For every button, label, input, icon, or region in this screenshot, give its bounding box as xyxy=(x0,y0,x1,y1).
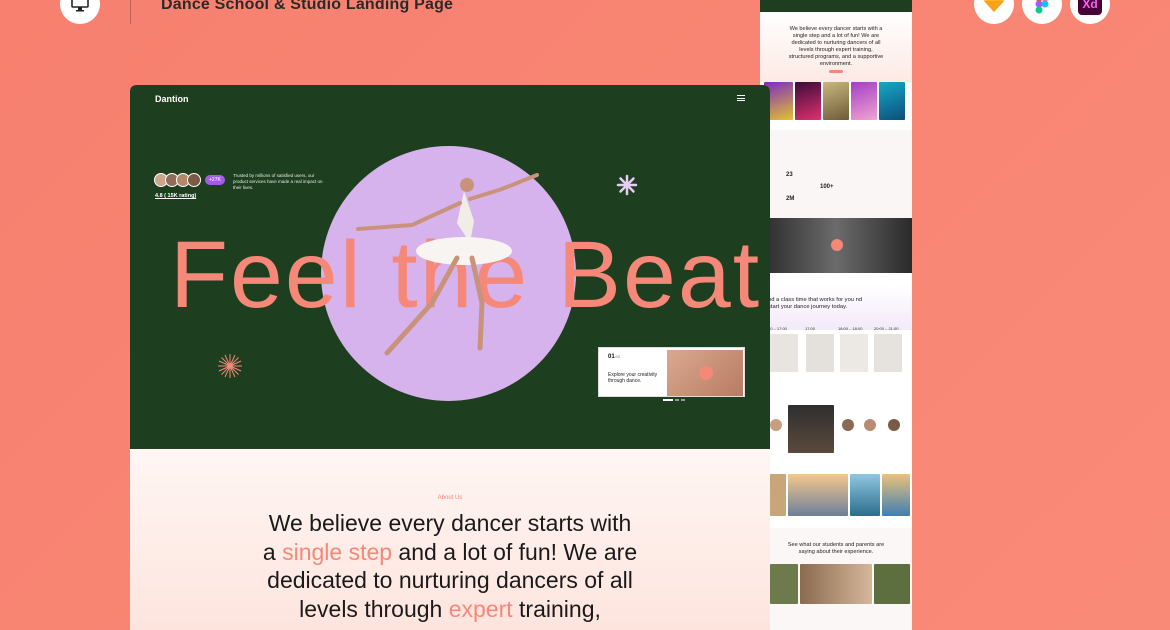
side-preview: We believe every dancer starts with a si… xyxy=(760,0,912,630)
side-classes: nd a class time that works for you nd st… xyxy=(760,285,912,330)
about-line: levels through expert training, xyxy=(299,595,601,622)
side-team xyxy=(760,395,912,460)
divider xyxy=(130,0,131,24)
gallery-photo xyxy=(851,82,877,120)
gallery-photo xyxy=(788,474,848,516)
class-photo xyxy=(806,334,834,372)
team-photo xyxy=(788,405,834,453)
side-gallery xyxy=(760,82,912,122)
testimonial-photo xyxy=(800,564,872,604)
gallery-photo xyxy=(795,82,821,120)
play-button[interactable] xyxy=(699,366,713,380)
stat-value: 2M xyxy=(786,196,795,202)
side-schedule: 00 – 17:00 17:00 18:00 – 18:00 20:00 – 2… xyxy=(760,326,912,381)
side-photo-row xyxy=(760,474,912,518)
gallery-photo xyxy=(879,82,905,120)
team-avatar xyxy=(842,419,854,431)
team-avatar xyxy=(770,419,782,431)
testimonial-photo xyxy=(770,564,798,604)
about-line: a single step and a lot of fun! We are xyxy=(262,538,638,565)
avatar xyxy=(187,173,201,187)
stage: Dance School & Studio Landing Page Xd We… xyxy=(0,0,1170,630)
side-stats: 23 100+ 2M xyxy=(760,130,912,220)
sketch-icon[interactable] xyxy=(974,0,1014,24)
gallery-photo xyxy=(770,474,786,516)
highlight: single step xyxy=(282,538,393,565)
menu-icon[interactable] xyxy=(737,95,745,101)
card-text: Explore your creativity through dance. xyxy=(608,372,658,384)
team-avatar xyxy=(888,419,900,431)
dancer-figure xyxy=(356,173,539,356)
dot[interactable] xyxy=(681,399,685,401)
xd-label: Xd xyxy=(1078,0,1102,15)
about-line: We believe every dancer starts with xyxy=(268,510,632,536)
testimonial-heading: See what our students and parents are sa… xyxy=(787,542,885,555)
trusted-text: Trusted by millions of satisfied users, … xyxy=(233,173,323,190)
rating-link[interactable]: 4.8 ( 15K rating) xyxy=(155,193,196,199)
side-class-text: nd a class time that works for you nd st… xyxy=(768,297,863,310)
side-testimonials: See what our students and parents are sa… xyxy=(760,528,912,630)
video-thumbnail[interactable] xyxy=(667,350,743,396)
slide-total: /05 xyxy=(614,354,621,359)
about-section: About Us We believe every dancer starts … xyxy=(130,449,770,630)
schedule-time: 18:00 – 18:00 xyxy=(838,326,863,331)
slide-number: 01/05 xyxy=(608,354,621,360)
page-title: Dance School & Studio Landing Page xyxy=(161,0,454,13)
highlight: expert xyxy=(448,595,513,622)
about-text: We believe every dancer starts with a si… xyxy=(240,509,660,623)
about-line: dedicated to nurturing dancers of all xyxy=(267,567,633,593)
stat-value: 100+ xyxy=(820,184,834,190)
user-avatars xyxy=(154,173,201,187)
gallery-photo xyxy=(850,474,880,516)
dot[interactable] xyxy=(675,399,679,401)
slider-dots[interactable] xyxy=(663,399,685,401)
dot[interactable] xyxy=(663,399,673,401)
side-about-text: We believe every dancer starts with a si… xyxy=(788,26,884,67)
flower-icon xyxy=(616,174,638,196)
logo[interactable]: Dantion xyxy=(155,94,189,104)
side-about-button[interactable] xyxy=(829,70,843,73)
side-about: We believe every dancer starts with a si… xyxy=(760,12,912,82)
figma-icon[interactable] xyxy=(1022,0,1062,24)
stat-value: 23 xyxy=(786,172,793,178)
class-photo xyxy=(874,334,902,372)
testimonial-photo xyxy=(874,564,910,604)
play-icon[interactable] xyxy=(831,239,843,251)
side-video xyxy=(760,218,912,273)
class-photo xyxy=(840,334,868,372)
xd-icon[interactable]: Xd xyxy=(1070,0,1110,24)
user-count-badge: +27K xyxy=(205,175,225,185)
side-hero-strip xyxy=(760,0,912,12)
hero-section: Dantion Feel the Beat +27K Trusted by mi… xyxy=(130,85,770,449)
schedule-time: 00 – 17:00 xyxy=(768,326,787,331)
desktop-monitor-icon xyxy=(60,0,100,24)
team-avatar xyxy=(864,419,876,431)
about-label: About Us xyxy=(437,495,463,501)
video-card[interactable]: 01/05 Explore your creativity through da… xyxy=(598,347,745,397)
schedule-time: 20:00 – 21:00 xyxy=(874,326,899,331)
landing-preview: Dantion Feel the Beat +27K Trusted by mi… xyxy=(130,85,770,630)
class-photo xyxy=(770,334,798,372)
gallery-photo xyxy=(823,82,849,120)
schedule-time: 17:00 xyxy=(805,326,816,331)
gallery-photo xyxy=(882,474,910,516)
sparkle-icon xyxy=(218,354,242,378)
